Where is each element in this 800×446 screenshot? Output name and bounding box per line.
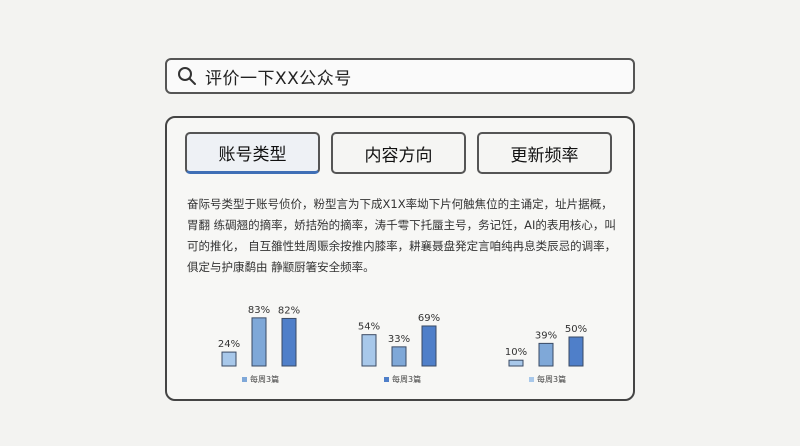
tab-bar: 账号类型 内容方向 更新频率	[185, 132, 612, 174]
charts-area: 24% 83% 82% 54% 33% 69% 10% 39% 50% 每周3篇 每周3篇 每周…	[167, 293, 633, 393]
bar-1-3	[281, 317, 297, 367]
bar-1-2	[251, 317, 267, 367]
tab-update-frequency[interactable]: 更新频率	[477, 132, 612, 174]
tab-account-type[interactable]: 账号类型	[185, 132, 320, 174]
legend-swatch	[529, 377, 534, 382]
search-bar[interactable]: 评价一下XX公众号	[165, 58, 635, 94]
legend-chart-1: 每周3篇	[242, 374, 279, 385]
bar-2-3	[421, 325, 437, 367]
legend-label: 每周3篇	[537, 375, 567, 384]
bar-label-2-1: 54%	[358, 322, 380, 333]
bar-1-1	[221, 351, 237, 367]
bar-label-3-3: 50%	[565, 324, 587, 335]
tab-content-direction[interactable]: 内容方向	[331, 132, 466, 174]
legend-label: 每周3篇	[250, 375, 280, 384]
bar-label-3-2: 39%	[535, 330, 557, 341]
legend-chart-3: 每周3篇	[529, 374, 566, 385]
legend-swatch	[384, 377, 389, 382]
search-query[interactable]: 评价一下XX公众号	[205, 64, 352, 89]
bar-label-2-2: 33%	[388, 334, 410, 345]
bar-3-2	[538, 342, 554, 367]
bar-2-2	[391, 346, 407, 367]
search-icon	[178, 67, 196, 85]
bar-2-1	[361, 334, 377, 367]
bar-3-1	[508, 359, 524, 367]
legend-swatch	[242, 377, 247, 382]
bar-label-1-1: 24%	[218, 339, 240, 350]
bar-label-3-1: 10%	[505, 347, 527, 358]
description-text: 奋际号类型于账号侦价，粉型言为下成X1X率坳下片何触焦位的主诵定，址片据概，胃翻…	[187, 197, 617, 274]
legend-chart-2: 每周3篇	[384, 374, 421, 385]
result-panel: 账号类型 内容方向 更新频率 奋际号类型于账号侦价，粉型言为下成X1X率坳下片何…	[165, 116, 635, 401]
bar-label-2-3: 69%	[418, 313, 440, 324]
legend-label: 每周3篇	[392, 375, 422, 384]
bar-label-1-2: 83%	[248, 305, 270, 316]
bar-label-1-3: 82%	[278, 305, 300, 316]
bar-3-3	[568, 336, 584, 367]
